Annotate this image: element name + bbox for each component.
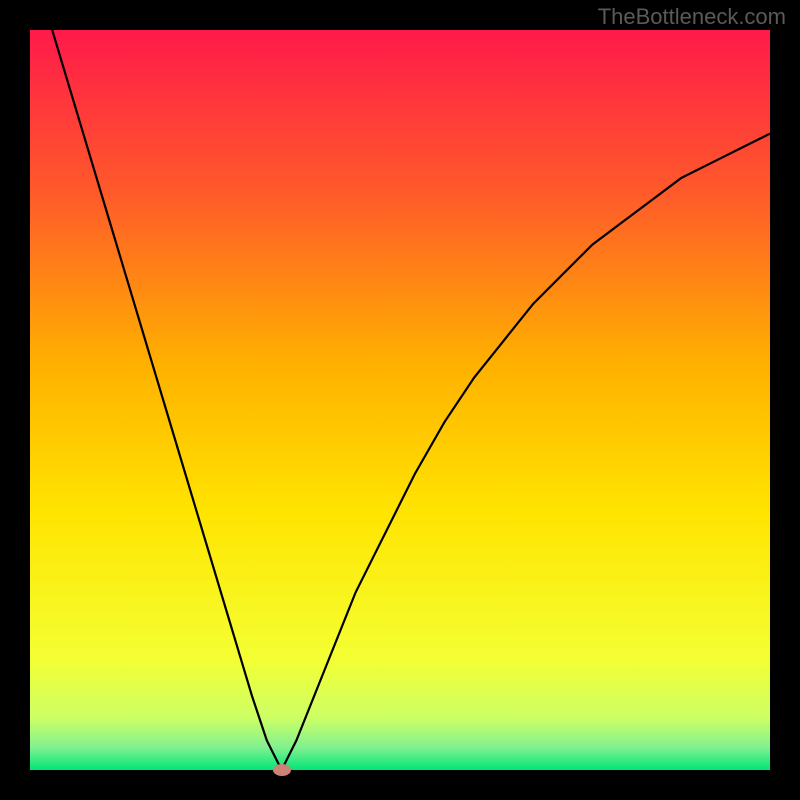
optimal-point-marker [273, 764, 291, 776]
chart-canvas [30, 30, 770, 770]
gradient-background [30, 30, 770, 770]
bottleneck-curve [52, 30, 770, 770]
watermark-text: TheBottleneck.com [598, 4, 786, 30]
plot-area [30, 30, 770, 770]
